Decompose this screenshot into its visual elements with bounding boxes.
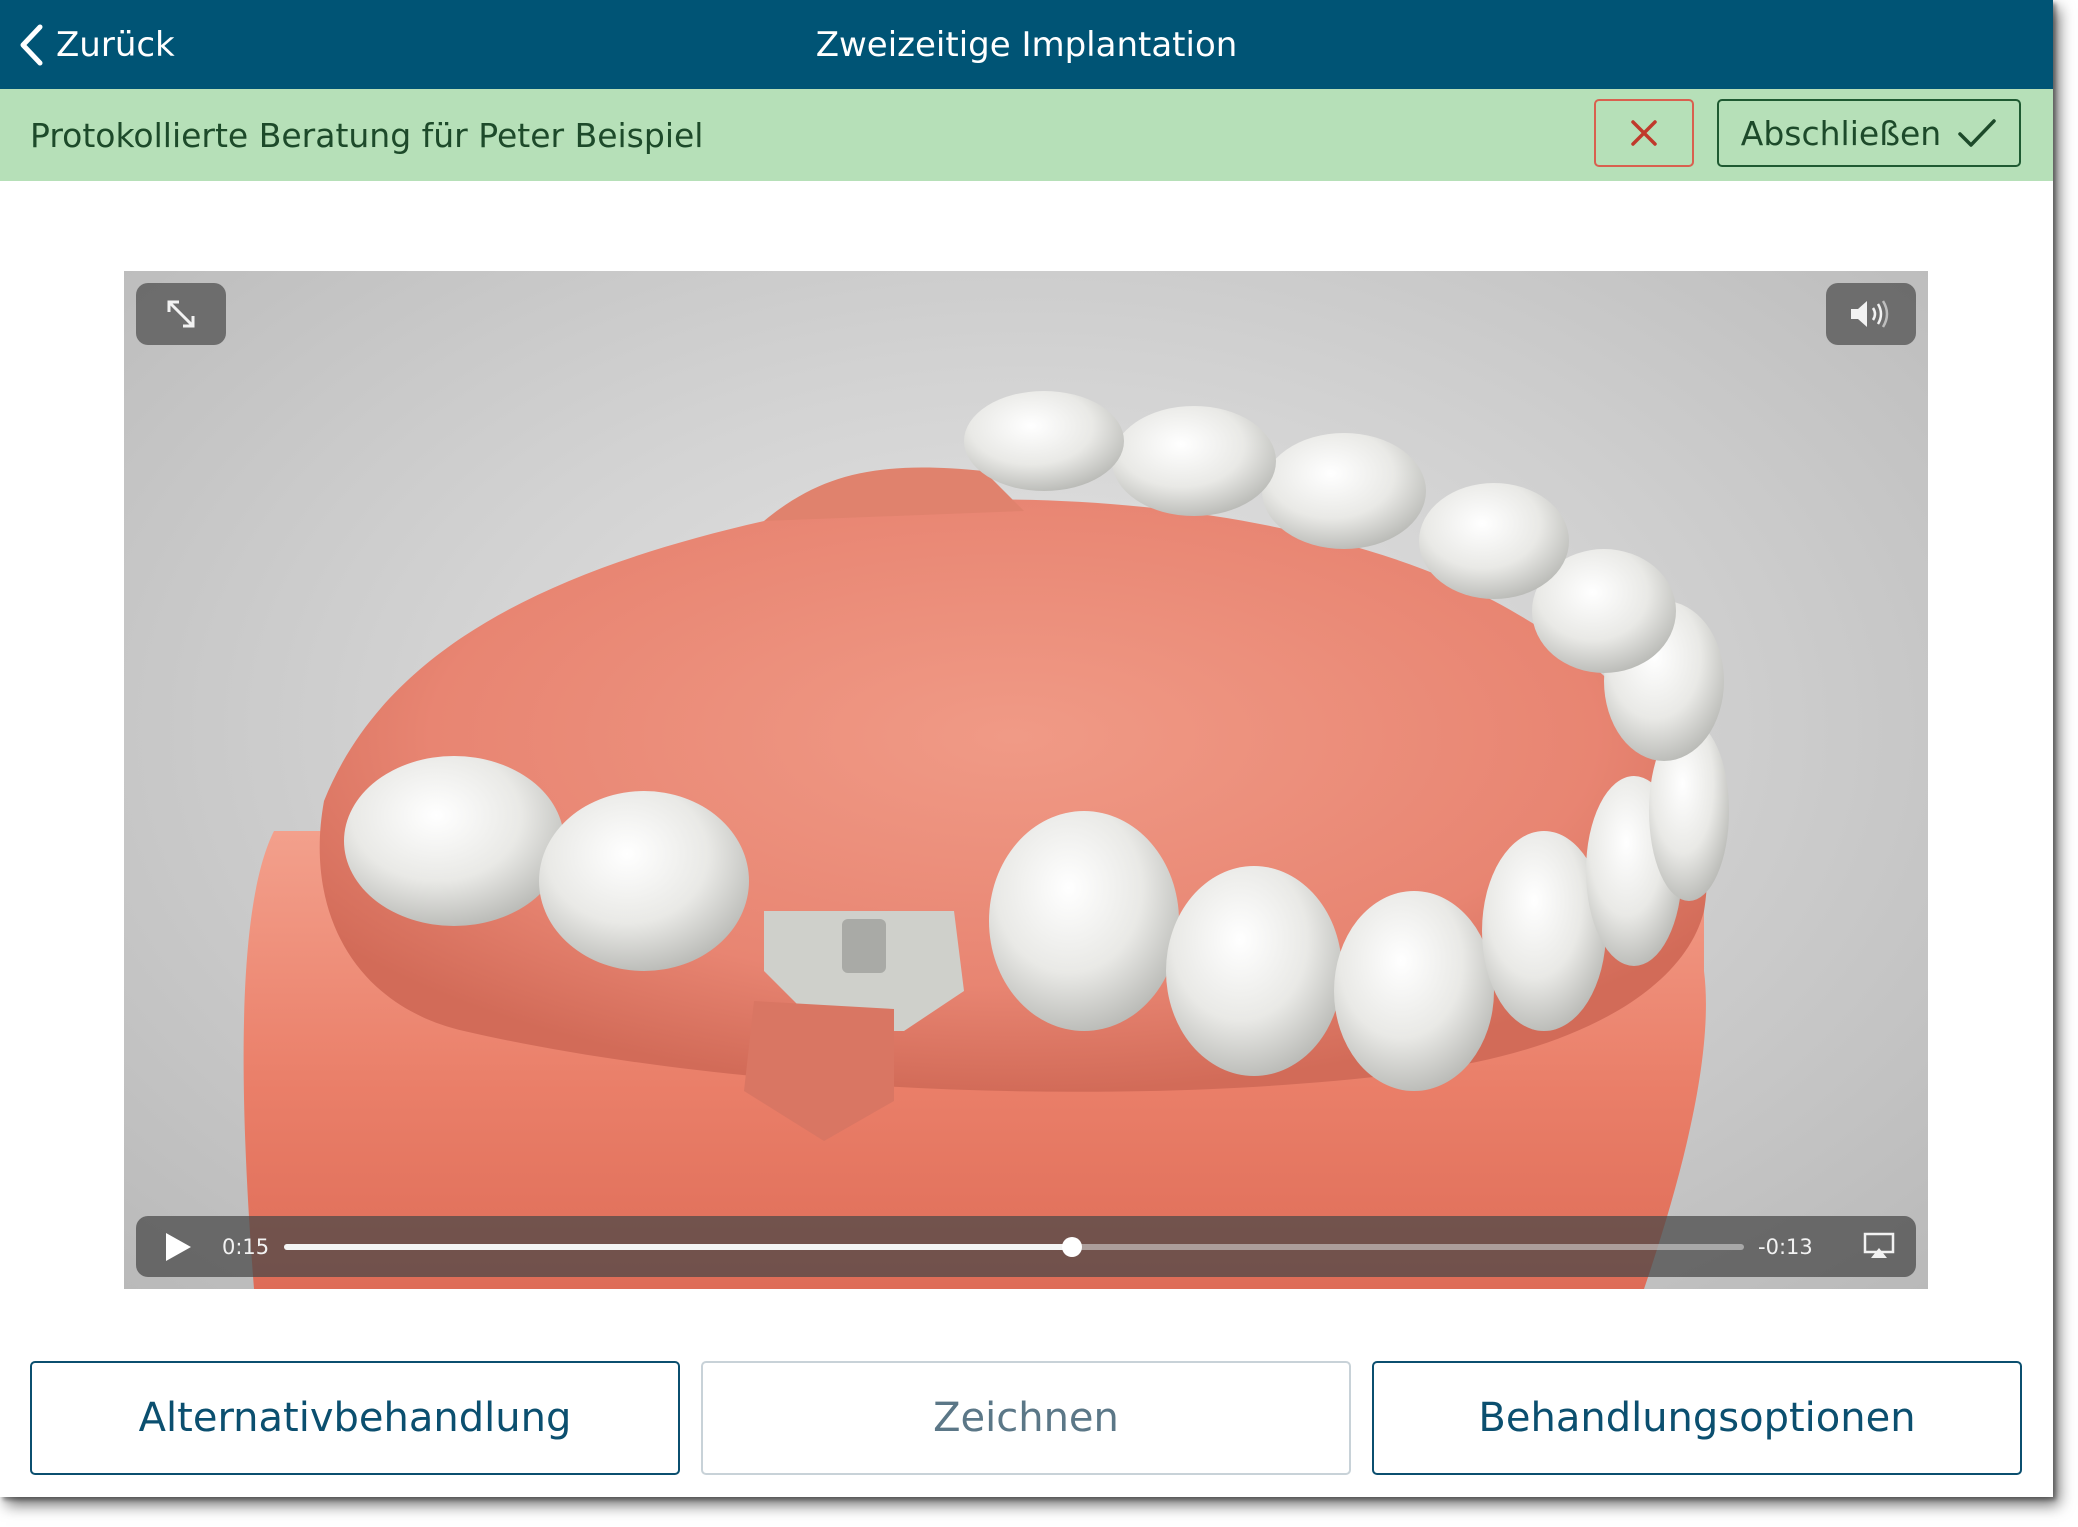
consultation-label: Protokollierte Beratung für Peter Beispi… [30,115,704,155]
checkmark-icon [1958,119,1996,147]
fullscreen-button[interactable] [136,283,226,345]
scrubber-fill [284,1244,1073,1250]
page-title: Zweizeitige Implantation [815,24,1238,65]
alternative-treatment-button[interactable]: Alternativbehandlung [30,1361,680,1475]
back-button[interactable]: Zurück [18,0,175,89]
treatment-options-button[interactable]: Behandlungsoptionen [1372,1361,2022,1475]
video-controls: 0:15 -0:13 [136,1216,1916,1277]
video-player[interactable]: 0:15 -0:13 [124,271,1928,1289]
volume-icon [1851,300,1889,328]
volume-button[interactable] [1826,283,1916,345]
airplay-icon[interactable] [1862,1230,1896,1262]
cancel-button[interactable] [1594,99,1694,167]
close-icon [1631,120,1657,146]
app-screen: Zurück Zweizeitige Implantation Protokol… [0,0,2053,1497]
fullscreen-icon [167,300,195,328]
time-remaining: -0:13 [1758,1234,1813,1259]
draw-button[interactable]: Zeichnen [701,1361,1351,1475]
back-label: Zurück [56,24,175,65]
finish-button[interactable]: Abschließen [1717,99,2021,167]
chevron-left-icon [20,24,43,65]
progress-scrubber[interactable] [284,1237,1744,1257]
consultation-bar: Protokollierte Beratung für Peter Beispi… [0,89,2053,181]
time-elapsed: 0:15 [222,1234,270,1259]
scrubber-handle[interactable] [1062,1237,1083,1257]
finish-label: Abschließen [1740,113,1942,153]
play-icon[interactable] [160,1230,194,1264]
video-frame-dental-model [243,391,1729,1289]
navigation-bar: Zurück Zweizeitige Implantation [0,0,2053,89]
